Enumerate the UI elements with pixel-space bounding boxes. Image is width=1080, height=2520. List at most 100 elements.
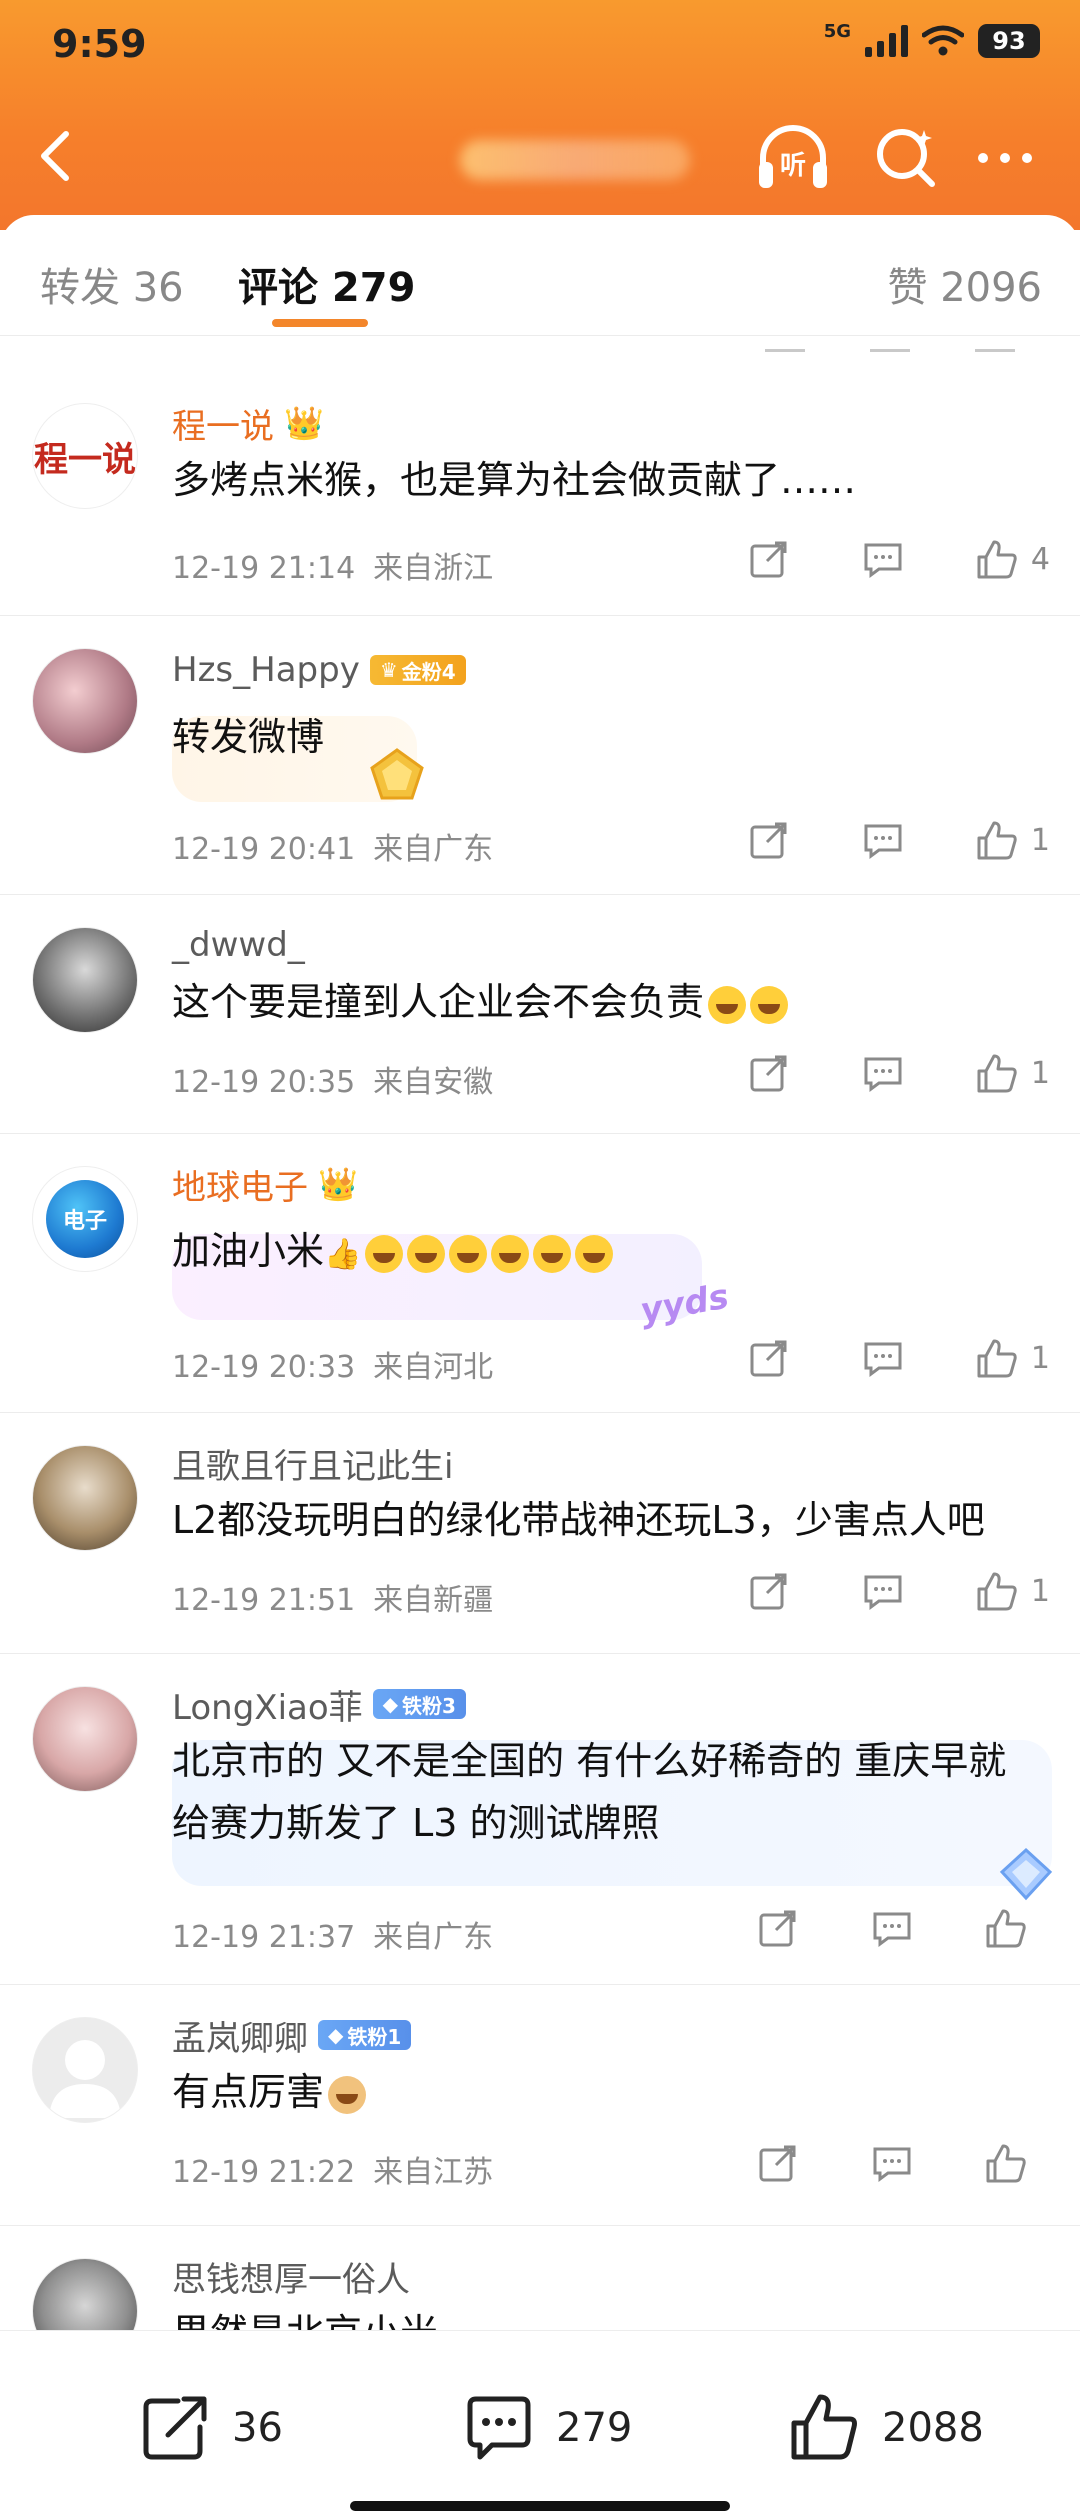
username[interactable]: 孟岚卿卿 ◆ 铁粉1 xyxy=(172,2013,1050,2059)
username[interactable]: LongXiao菲 ◆ 铁粉3 xyxy=(172,1682,1050,1728)
search-icon[interactable] xyxy=(870,120,942,192)
username[interactable]: 且歌且行且记此生i xyxy=(172,1441,1050,1487)
like-count: 1 xyxy=(1030,1055,1050,1091)
cheer-emoji-icon xyxy=(491,1234,530,1273)
comment-item[interactable]: 孟岚卿卿 ◆ 铁粉1 有点厉害 12-19 21:22 来自江苏 xyxy=(0,1985,1080,2226)
comment-list[interactable]: 程一说 程一说 👑 多烤点米猴，也是算为社会做贡献了…… 12-19 21:14… xyxy=(0,335,1080,2426)
comment-item[interactable]: LongXiao菲 ◆ 铁粉3 北京市的 又不是全国的 有什么好稀奇的 重庆早就给… xyxy=(0,1654,1080,1985)
avatar[interactable]: 电子 xyxy=(32,1166,138,1272)
like-count: 1 xyxy=(1030,1573,1050,1609)
avatar[interactable] xyxy=(32,1686,138,1792)
username[interactable]: _dwwd_ xyxy=(172,923,1050,967)
comment-time: 12-19 20:41 xyxy=(172,832,356,867)
comment-time: 12-19 20:33 xyxy=(172,1350,356,1385)
share-icon[interactable] xyxy=(756,1906,800,1950)
comment-actions: 4 xyxy=(747,537,1050,581)
username[interactable]: Hzs_Happy ♛ 金粉4 xyxy=(172,648,1050,692)
comment-button[interactable]: 279 xyxy=(462,2391,632,2465)
share-icon[interactable] xyxy=(747,1569,791,1613)
avatar[interactable] xyxy=(32,927,138,1033)
tab-comments[interactable]: 评论 279 xyxy=(238,255,415,313)
reply-icon[interactable] xyxy=(861,818,905,862)
comment-location: 来自河北 xyxy=(373,1350,494,1385)
thumbs-up-emoji-icon: 👍 xyxy=(324,1237,362,1272)
like-post-button[interactable]: 2088 xyxy=(788,2391,984,2465)
comment-item[interactable]: 且歌且行且记此生i L2都没玩明白的绿化带战神还玩L3，少害点人吧 12-19 … xyxy=(0,1413,1080,1654)
thumbs-up-icon xyxy=(977,1054,1017,1093)
crown-badge-icon: 👑 xyxy=(318,1165,358,1203)
username[interactable]: 思钱想厚一俗人 xyxy=(172,2254,1050,2300)
diamond-icon: ◆ xyxy=(328,2023,344,2047)
back-arrow-icon[interactable] xyxy=(28,126,88,186)
fan-badge: ◆ 铁粉3 xyxy=(372,1689,466,1719)
grin-emoji-icon xyxy=(407,1234,446,1273)
like-button[interactable]: 1 xyxy=(975,818,1050,862)
svg-text:听: 听 xyxy=(780,151,806,181)
like-count: 2088 xyxy=(882,2405,984,2451)
status-icons: 5G 93 xyxy=(823,20,1040,58)
thumbs-up-icon xyxy=(977,1572,1017,1611)
reply-icon[interactable] xyxy=(870,2141,914,2185)
thumbs-up-icon xyxy=(977,821,1017,860)
comment-item[interactable]: 程一说 程一说 👑 多烤点米猴，也是算为社会做贡献了…… 12-19 21:14… xyxy=(0,365,1080,616)
share-icon[interactable] xyxy=(756,2141,800,2185)
share-icon[interactable] xyxy=(747,1336,791,1380)
username[interactable]: 程一说 👑 xyxy=(172,401,1050,447)
weibo-comments-screen: 9:59 5G 93 听 转发 36 评论 279 赞 2096 程一说 程一说… xyxy=(0,0,1080,2520)
doge-emoji-icon xyxy=(328,2075,367,2114)
home-indicator xyxy=(350,2501,730,2511)
diamond-icon: ◆ xyxy=(382,1692,399,1716)
like-button[interactable] xyxy=(984,1906,1040,1950)
share-icon[interactable] xyxy=(747,537,791,581)
tab-repost[interactable]: 转发 36 xyxy=(40,255,184,313)
thumbs-up-icon xyxy=(977,540,1017,579)
listen-headphones-icon[interactable]: 听 xyxy=(755,122,831,194)
like-button[interactable]: 1 xyxy=(975,1051,1050,1095)
like-button[interactable]: 1 xyxy=(975,1336,1050,1380)
share-icon[interactable] xyxy=(747,818,791,862)
comment-item[interactable]: _dwwd_ 这个要是撞到人企业会不会负责 12-19 20:35 来自安徽 1 xyxy=(0,895,1080,1134)
comment-time: 12-19 21:51 xyxy=(172,1583,356,1618)
laugh-cry-emoji-icon xyxy=(708,985,747,1024)
thumbs-up-icon xyxy=(977,1339,1017,1378)
username[interactable]: 地球电子 👑 xyxy=(172,1162,1050,1208)
comment-actions: 1 xyxy=(747,818,1050,862)
grin-emoji-icon xyxy=(449,1234,488,1273)
thumbs-up-icon xyxy=(986,2144,1026,2183)
reply-icon[interactable] xyxy=(870,1906,914,1950)
wifi-icon xyxy=(922,25,964,56)
reply-icon[interactable] xyxy=(861,1336,905,1380)
thumbs-up-icon xyxy=(986,1909,1026,1948)
reply-icon[interactable] xyxy=(861,1051,905,1095)
avatar[interactable]: 程一说 xyxy=(32,403,138,509)
previous-comment-actions xyxy=(0,335,1080,365)
avatar[interactable] xyxy=(32,648,138,754)
comment-location: 来自浙江 xyxy=(373,551,494,586)
tab-indicator xyxy=(272,319,368,327)
like-button[interactable]: 1 xyxy=(975,1569,1050,1613)
avatar[interactable] xyxy=(32,1445,138,1551)
repost-button[interactable]: 36 xyxy=(138,2391,283,2465)
bottom-action-bar: 36 279 2088 xyxy=(0,2330,1080,2520)
comment-item[interactable]: 电子 地球电子 👑 加油小米👍 yyds 12-19 20:33 来自河北 1 xyxy=(0,1134,1080,1413)
reply-icon[interactable] xyxy=(861,537,905,581)
network-label: 5G xyxy=(823,20,851,42)
fan-badge: ♛ 金粉4 xyxy=(369,655,466,685)
gold-gem-icon xyxy=(370,748,424,800)
like-count: 1 xyxy=(1030,822,1050,858)
comment-actions: 1 xyxy=(747,1051,1050,1095)
comment-count: 279 xyxy=(556,2405,633,2451)
tab-likes[interactable]: 赞 2096 xyxy=(887,255,1042,313)
reply-icon[interactable] xyxy=(861,1569,905,1613)
like-button[interactable]: 4 xyxy=(975,537,1050,581)
avatar[interactable] xyxy=(32,2017,138,2123)
like-button[interactable] xyxy=(984,2141,1040,2185)
share-icon[interactable] xyxy=(747,1051,791,1095)
default-avatar-icon xyxy=(49,2040,121,2118)
repost-icon xyxy=(143,2396,207,2460)
more-options-icon[interactable] xyxy=(975,150,1035,166)
comment-text: 北京市的 又不是全国的 有什么好稀奇的 重庆早就给赛力斯发了 L3 的测试牌照 xyxy=(172,1739,1007,1845)
comment-item[interactable]: Hzs_Happy ♛ 金粉4 转发微博 12-19 20:41 来自广东 1 xyxy=(0,616,1080,895)
comment-text: 转发微博 xyxy=(172,715,325,759)
tab-bar: 转发 36 评论 279 赞 2096 xyxy=(0,215,1080,336)
